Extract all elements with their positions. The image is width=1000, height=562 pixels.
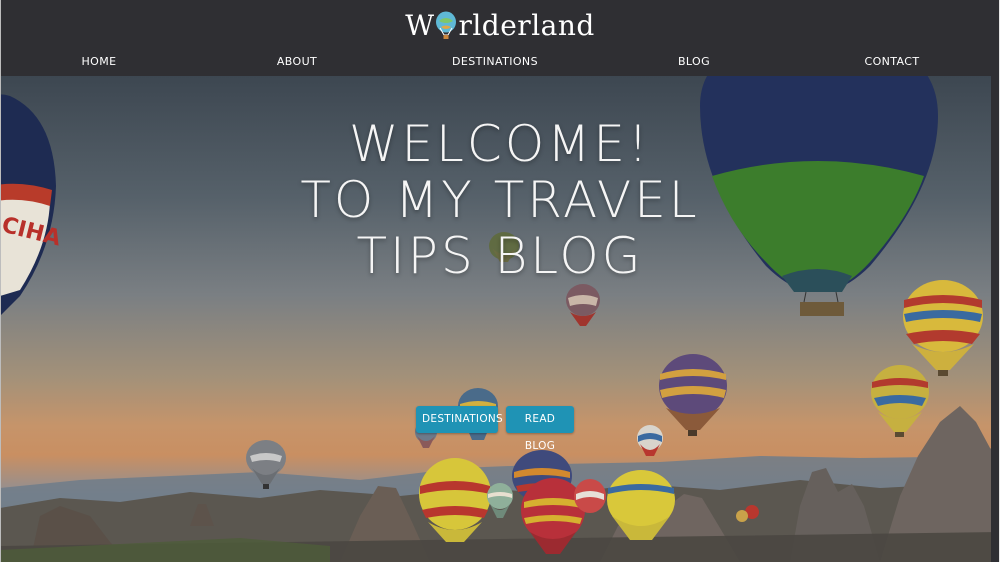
logo-text-suffix: rlderland: [458, 9, 595, 42]
hero-section: CIHA WELCOME! TO MY TRAVEL TIPS BLOG DES…: [0, 76, 1000, 562]
hero-heading-line-2: TO MY TRAVEL: [300, 171, 700, 229]
nav-about-link[interactable]: ABOUT: [277, 54, 317, 70]
destinations-button[interactable]: DESTINATIONS: [416, 406, 503, 433]
main-navigation: HOME ABOUT DESTINATIONS BLOG CONTACT: [0, 54, 1000, 72]
window-left-edge: [0, 0, 1, 562]
nav-blog-link[interactable]: BLOG: [678, 54, 710, 70]
read-blog-button[interactable]: READ BLOG: [506, 406, 574, 452]
hero-heading-line-3: TIPS BLOG: [356, 227, 644, 285]
hero-heading: WELCOME! TO MY TRAVEL TIPS BLOG: [0, 116, 1000, 284]
nav-contact-link[interactable]: CONTACT: [865, 54, 920, 70]
balloon-logo-icon: [436, 11, 457, 39]
hero-heading-line-1: WELCOME!: [349, 115, 651, 173]
logo-text-prefix: W: [405, 9, 435, 42]
nav-home-link[interactable]: HOME: [82, 54, 117, 70]
nav-destinations-link[interactable]: DESTINATIONS: [452, 54, 538, 70]
site-header: W rlderland HOME ABOUT DESTINATIONS BLOG…: [0, 0, 1000, 76]
site-logo[interactable]: W rlderland: [0, 8, 1000, 44]
scrollbar[interactable]: [991, 0, 999, 562]
